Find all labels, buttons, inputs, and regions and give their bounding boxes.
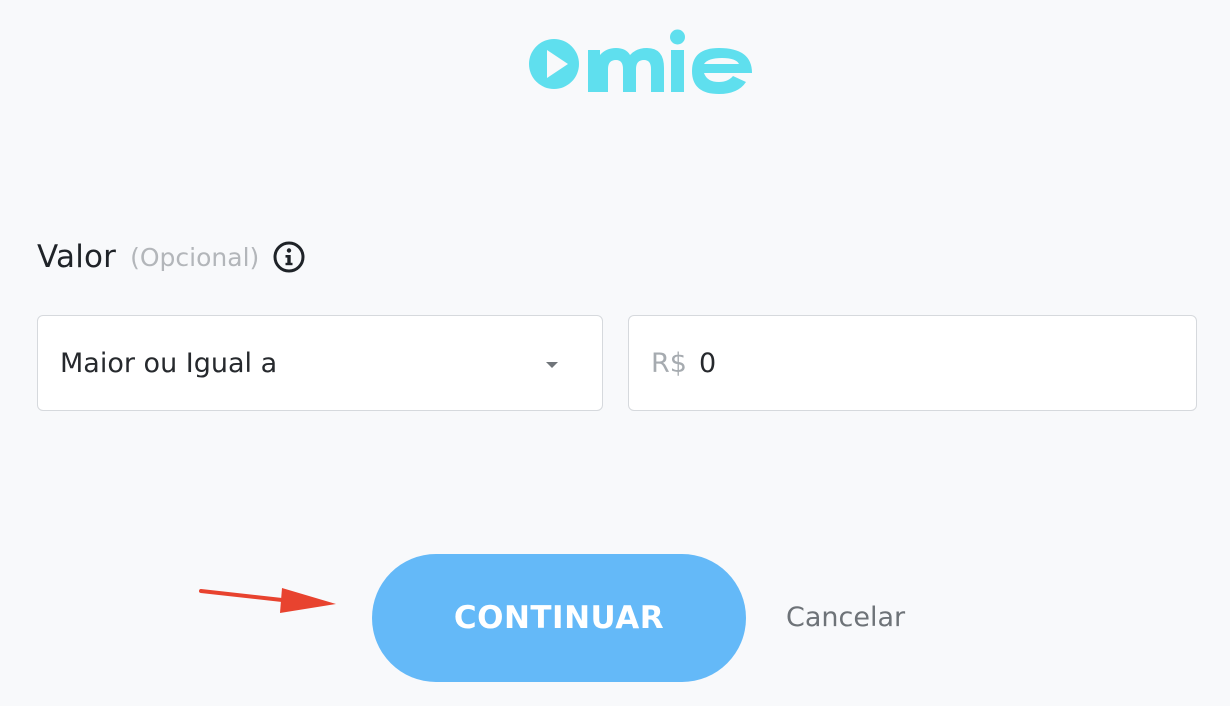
- amount-input[interactable]: [698, 347, 1139, 379]
- omie-logo: [529, 29, 752, 94]
- annotation-arrow-icon: [199, 588, 336, 613]
- value-field-label: Valor: [37, 239, 117, 275]
- filter-page: Valor (Opcional) Maior ou Igual a R$ CON…: [0, 0, 1230, 706]
- cancel-link[interactable]: Cancelar: [786, 598, 905, 638]
- info-icon[interactable]: [272, 240, 306, 274]
- operator-select[interactable]: Maior ou Igual a: [37, 315, 603, 411]
- currency-prefix: R$: [651, 347, 687, 379]
- optional-label: (Opcional): [130, 242, 260, 272]
- continue-button[interactable]: CONTINUAR: [372, 554, 746, 682]
- amount-field[interactable]: R$: [628, 315, 1197, 411]
- value-field-label-row: Valor (Opcional): [37, 232, 306, 282]
- operator-select-value: Maior ou Igual a: [60, 347, 278, 379]
- chevron-down-icon: [546, 362, 558, 368]
